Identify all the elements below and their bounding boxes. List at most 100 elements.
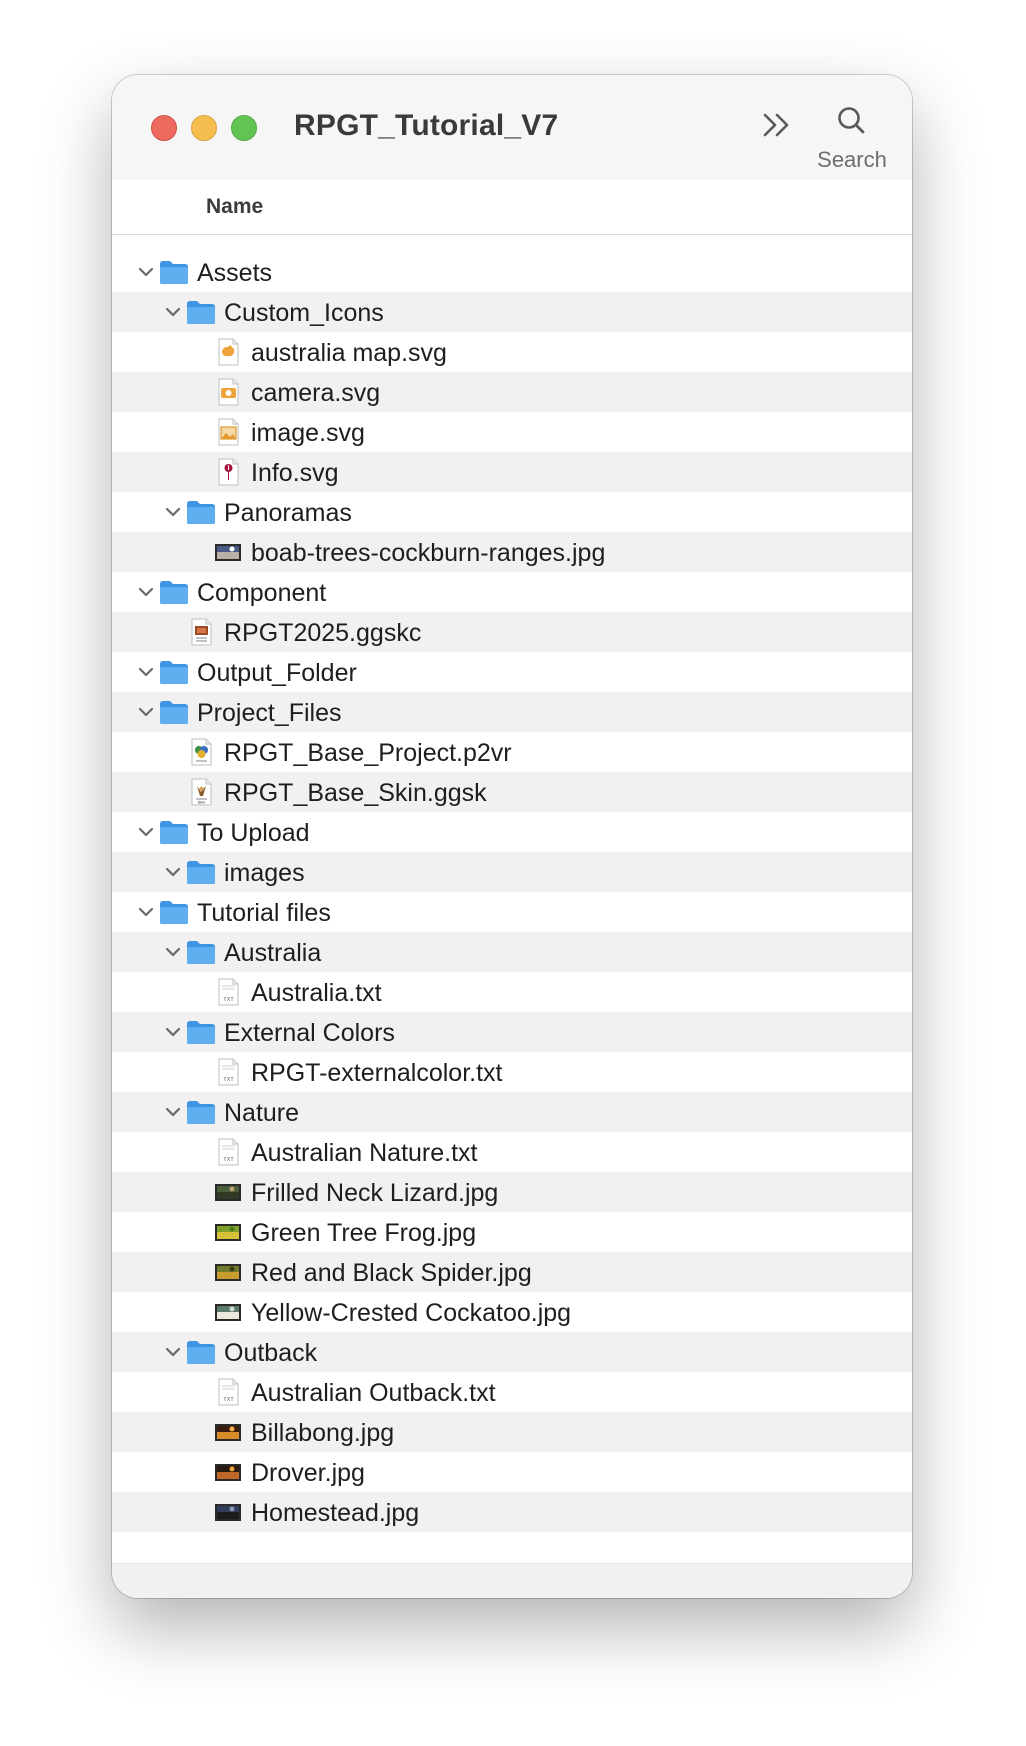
folder-row[interactable]: To Upload [112, 812, 912, 852]
disclosure-chevron-down-icon[interactable] [163, 1104, 183, 1120]
folder-row[interactable]: images [112, 852, 912, 892]
disclosure-chevron-down-icon[interactable] [163, 1344, 183, 1360]
folder-name: Outback [224, 1339, 318, 1367]
svg-text:TXT: TXT [223, 1077, 234, 1083]
file-row[interactable]: RPGT2025.ggskc [112, 612, 912, 652]
minimize-button[interactable] [191, 115, 217, 141]
folder-icon [185, 858, 217, 886]
document-file-icon [212, 338, 244, 366]
file-row[interactable]: TXT Australian Outback.txt [112, 1372, 912, 1412]
folder-row[interactable]: Nature [112, 1092, 912, 1132]
folder-icon [158, 258, 190, 286]
folder-name: Assets [197, 259, 273, 287]
folder-icon [185, 1338, 217, 1366]
disclosure-chevron-down-icon[interactable] [136, 904, 156, 920]
folder-icon [158, 898, 190, 926]
folder-name: Panoramas [224, 499, 352, 527]
disclosure-chevron-down-icon[interactable] [163, 944, 183, 960]
file-row[interactable]: Red and Black Spider.jpg [112, 1252, 912, 1292]
folder-row[interactable]: Outback [112, 1332, 912, 1372]
folder-icon [158, 658, 190, 686]
document-file-icon [212, 458, 244, 486]
file-name: Australian Outback.txt [251, 1379, 496, 1407]
toolbar-overflow-chevrons-icon[interactable] [757, 105, 797, 145]
folder-name: Output_Folder [197, 659, 357, 687]
image-file-icon [212, 1418, 244, 1446]
file-row[interactable]: Info.svg [112, 452, 912, 492]
file-row[interactable]: Yellow-Crested Cockatoo.jpg [112, 1292, 912, 1332]
folder-name: Nature [224, 1099, 300, 1127]
file-name: RPGT-externalcolor.txt [251, 1059, 503, 1087]
file-row[interactable]: RPGT_Base_Project.p2vr [112, 732, 912, 772]
disclosure-chevron-down-icon[interactable] [163, 504, 183, 520]
folder-icon [185, 498, 217, 526]
file-list: Assets Custom_Icons australia map.svg ca… [112, 252, 912, 1532]
close-button[interactable] [151, 115, 177, 141]
svg-text:TXT: TXT [223, 997, 234, 1003]
file-row[interactable]: TXT Australia.txt [112, 972, 912, 1012]
file-name: camera.svg [251, 379, 381, 407]
file-row[interactable]: Skin RPGT_Base_Skin.ggsk [112, 772, 912, 812]
folder-row[interactable]: Panoramas [112, 492, 912, 532]
disclosure-chevron-down-icon[interactable] [163, 304, 183, 320]
file-row[interactable]: Billabong.jpg [112, 1412, 912, 1452]
disclosure-chevron-down-icon[interactable] [136, 704, 156, 720]
folder-name: Tutorial files [197, 899, 331, 927]
file-row[interactable]: Green Tree Frog.jpg [112, 1212, 912, 1252]
file-row[interactable]: image.svg [112, 412, 912, 452]
file-row[interactable]: Homestead.jpg [112, 1492, 912, 1532]
document-file-icon: TXT [212, 1138, 244, 1166]
file-name: RPGT_Base_Project.p2vr [224, 739, 512, 767]
folder-name: External Colors [224, 1019, 395, 1047]
file-row[interactable]: camera.svg [112, 372, 912, 412]
folder-name: Custom_Icons [224, 299, 384, 327]
disclosure-chevron-down-icon[interactable] [136, 584, 156, 600]
image-file-icon [212, 1498, 244, 1526]
folder-row[interactable]: Australia [112, 932, 912, 972]
file-row[interactable]: boab-trees-cockburn-ranges.jpg [112, 532, 912, 572]
folder-row[interactable]: External Colors [112, 1012, 912, 1052]
document-file-icon: TXT [212, 1058, 244, 1086]
svg-text:TXT: TXT [223, 1397, 234, 1403]
document-file-icon [212, 418, 244, 446]
folder-row[interactable]: Custom_Icons [112, 292, 912, 332]
file-name: RPGT_Base_Skin.ggsk [224, 779, 487, 807]
window-title: RPGT_Tutorial_V7 [294, 109, 559, 142]
folder-name: To Upload [197, 819, 310, 847]
file-name: Australian Nature.txt [251, 1139, 478, 1167]
disclosure-chevron-down-icon[interactable] [136, 264, 156, 280]
file-name: Info.svg [251, 459, 339, 487]
folder-name: images [224, 859, 305, 887]
file-row[interactable]: australia map.svg [112, 332, 912, 372]
zoom-button[interactable] [231, 115, 257, 141]
disclosure-chevron-down-icon[interactable] [163, 864, 183, 880]
file-name: image.svg [251, 419, 365, 447]
folder-row[interactable]: Tutorial files [112, 892, 912, 932]
document-file-icon: Skin [185, 778, 217, 806]
disclosure-chevron-down-icon[interactable] [136, 664, 156, 680]
file-row[interactable]: Frilled Neck Lizard.jpg [112, 1172, 912, 1212]
file-row[interactable]: TXT RPGT-externalcolor.txt [112, 1052, 912, 1092]
folder-row[interactable]: Output_Folder [112, 652, 912, 692]
document-file-icon [212, 378, 244, 406]
search-icon[interactable] [832, 101, 872, 141]
image-file-icon [212, 1458, 244, 1486]
file-name: Homestead.jpg [251, 1499, 420, 1527]
folder-name: Project_Files [197, 699, 342, 727]
file-row[interactable]: Drover.jpg [112, 1452, 912, 1492]
search-label[interactable]: Search [798, 147, 906, 173]
file-row[interactable]: TXT Australian Nature.txt [112, 1132, 912, 1172]
name-column-header[interactable]: Name [206, 195, 263, 219]
file-name: Billabong.jpg [251, 1419, 395, 1447]
file-name: Australia.txt [251, 979, 382, 1007]
folder-icon [158, 578, 190, 606]
disclosure-chevron-down-icon[interactable] [163, 1024, 183, 1040]
folder-row[interactable]: Project_Files [112, 692, 912, 732]
folder-row[interactable]: Assets [112, 252, 912, 292]
folder-icon [185, 1098, 217, 1126]
file-name: boab-trees-cockburn-ranges.jpg [251, 539, 606, 567]
disclosure-chevron-down-icon[interactable] [136, 824, 156, 840]
column-header-bar: Name [112, 180, 912, 235]
folder-name: Component [197, 579, 327, 607]
folder-row[interactable]: Component [112, 572, 912, 612]
